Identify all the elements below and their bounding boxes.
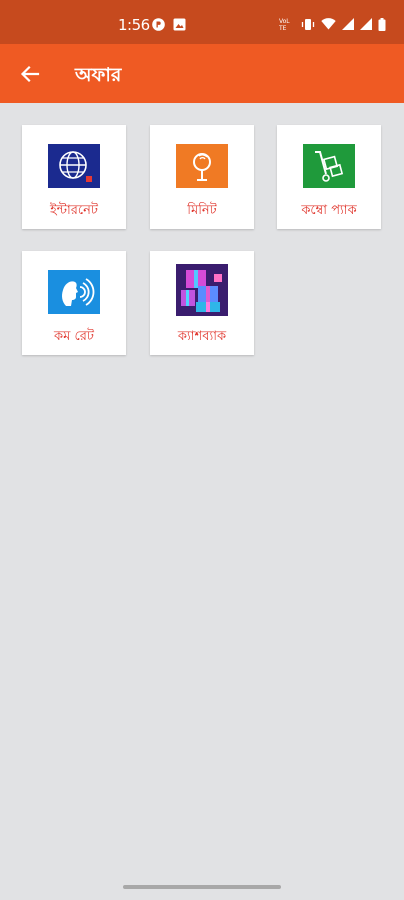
tile-label: কম্বো প্যাক (301, 203, 357, 218)
speaking-head-icon (48, 270, 100, 314)
tile-label: ক্যাশব্যাক (177, 329, 227, 344)
gesture-nav-handle[interactable] (123, 885, 281, 889)
page-title: অফার (75, 64, 122, 86)
tile-label: ইন্টারনেট (50, 203, 98, 218)
gift-boxes-icon (176, 264, 228, 316)
battery-icon (378, 17, 386, 31)
tile-minutes[interactable]: মিনিট (150, 125, 254, 229)
app-bar: অফার (0, 44, 404, 103)
back-button[interactable] (14, 58, 46, 90)
status-bar: 1:56 VoL TE (0, 0, 404, 44)
svg-text:TE: TE (279, 25, 287, 31)
volte-icon: VoL TE (279, 18, 290, 31)
signal-icon-2 (360, 18, 372, 30)
status-time: 1:56 (118, 16, 150, 34)
signal-icon (342, 18, 354, 30)
arrow-left-icon (20, 65, 40, 83)
status-right-icons: VoL TE (279, 17, 386, 31)
tile-combo-pack[interactable]: কম্বো প্যাক (277, 125, 381, 229)
image-notification-icon (173, 18, 186, 31)
wifi-icon (321, 18, 336, 30)
svg-text:VoL: VoL (279, 18, 290, 25)
globe-icon (48, 144, 100, 188)
tile-internet[interactable]: ইন্টারনেট (22, 125, 126, 229)
tile-low-rate[interactable]: কম রেট (22, 251, 126, 355)
tile-label: কম রেট (54, 329, 94, 344)
hand-truck-icon (303, 144, 355, 188)
status-left-icons (152, 18, 186, 31)
tile-label: মিনিট (187, 203, 217, 218)
tile-cashback[interactable]: ক্যাশব্যাক (150, 251, 254, 355)
vibrate-icon (301, 18, 315, 30)
app-notification-icon (152, 18, 165, 31)
microphone-icon (176, 144, 228, 188)
